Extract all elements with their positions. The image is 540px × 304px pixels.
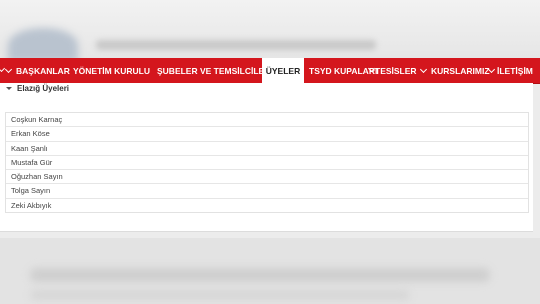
nav-item-iletisim[interactable]: İLETİŞİM	[487, 58, 533, 83]
site-header-blurred	[0, 0, 540, 62]
nav-item-label: YÖNETİM KURULU	[73, 65, 150, 76]
nav-item-label: TSYD KUPALARI	[309, 65, 378, 76]
blurred-text	[30, 290, 410, 300]
members-list: Coşkun Karnaç Erkan Köse Kaan Şanlı Must…	[5, 112, 529, 214]
blurred-text	[30, 268, 490, 282]
list-item: Tolga Sayın	[6, 184, 528, 199]
nav-item-label: ÜYELER	[265, 65, 301, 76]
nav-item-label: BAŞKANLAR	[16, 65, 70, 76]
list-item: Mustafa Gür	[6, 156, 528, 171]
list-item: Coşkun Karnaç	[6, 113, 528, 128]
site-title-blurred	[96, 40, 376, 50]
list-item: Erkan Köse	[6, 127, 528, 142]
chevron-down-icon	[487, 65, 496, 74]
nav-item-yonetim-kurulu[interactable]: YÖNETİM KURULU	[73, 58, 150, 83]
nav-item-uyeler[interactable]: ÜYELER	[262, 58, 304, 83]
site-logo	[8, 28, 78, 62]
nav-item-label: KURSLARIMIZ	[431, 65, 490, 76]
caret-down-icon	[6, 87, 12, 90]
nav-item-kurslarimiz[interactable]: KURSLARIMIZ	[419, 58, 490, 83]
section-header[interactable]: Elazığ Üyeleri	[6, 83, 69, 94]
nav-item-subeler[interactable]: ŞUBELER VE TEMSİLCİLER	[157, 58, 270, 83]
page-content-blurred	[0, 238, 540, 304]
members-panel: Elazığ Üyeleri Coşkun Karnaç Erkan Köse …	[0, 83, 533, 232]
list-item: Oğuzhan Sayın	[6, 170, 528, 185]
nav-item-tesisler[interactable]: TESİSLER	[367, 58, 417, 83]
nav-item-label: TESİSLER	[375, 65, 417, 76]
list-item: Kaan Şanlı	[6, 142, 528, 156]
section-title: Elazığ Üyeleri	[17, 84, 70, 93]
list-item: Zeki Akbıyık	[11, 200, 52, 210]
chevron-down-icon	[4, 65, 13, 74]
nav-item-label: ŞUBELER VE TEMSİLCİLER	[157, 65, 271, 76]
nav-item-tsyd-kupalari[interactable]: TSYD KUPALARI	[309, 58, 377, 83]
nav-item-baskanlar[interactable]: BAŞKANLAR	[4, 58, 70, 83]
main-nav: BAŞKANLAR YÖNETİM KURULU ŞUBELER VE TEMS…	[0, 58, 540, 84]
nav-item-label: İLETİŞİM	[497, 65, 533, 76]
chevron-down-icon	[419, 65, 428, 74]
